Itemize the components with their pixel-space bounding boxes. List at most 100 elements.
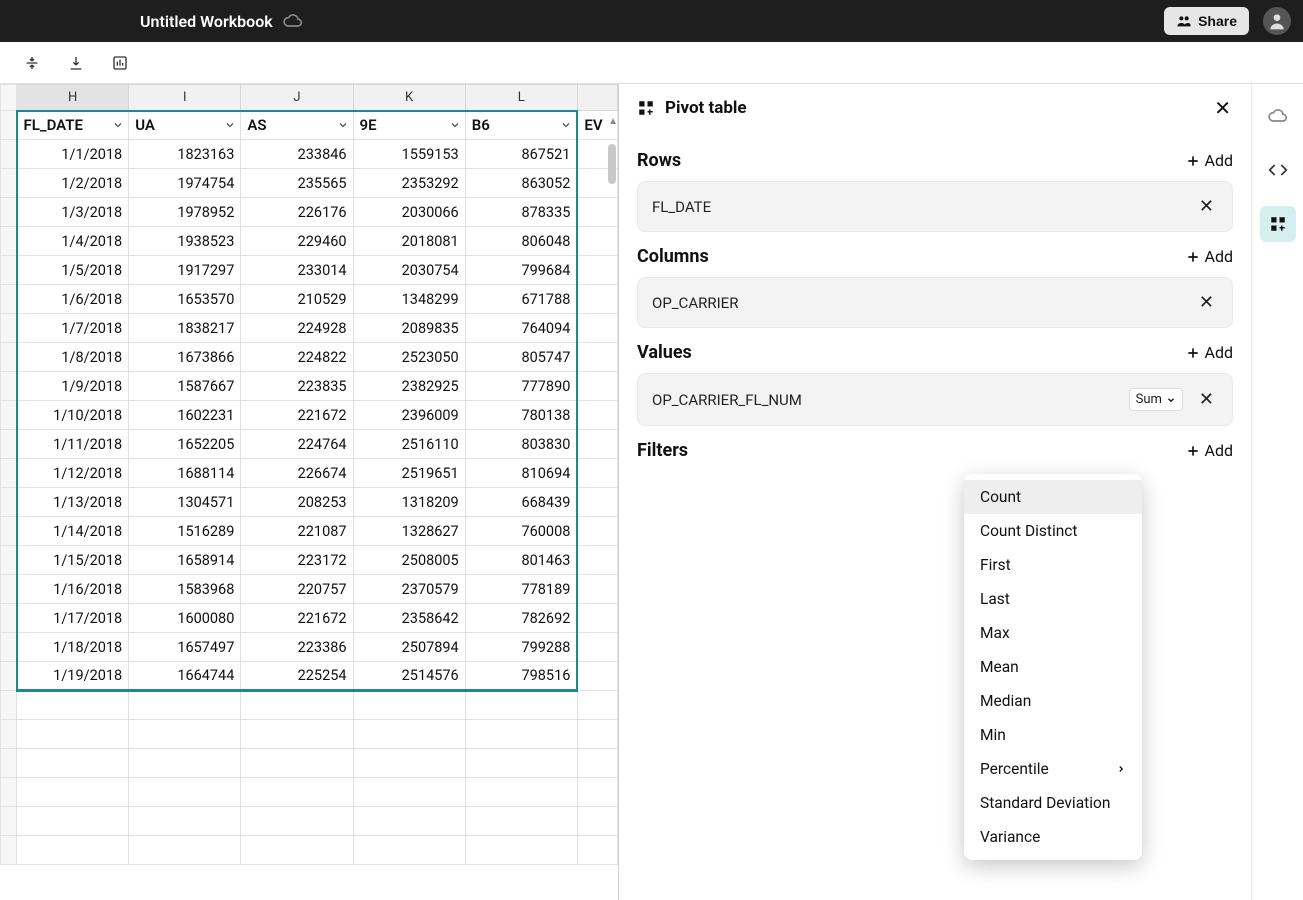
cell[interactable]: 1/5/2018 — [17, 256, 129, 285]
pivot-rail-icon[interactable] — [1260, 206, 1296, 242]
pivot-column-header[interactable]: FL_DATE — [17, 111, 129, 140]
cell[interactable] — [465, 807, 577, 836]
cell[interactable] — [353, 778, 465, 807]
cell[interactable]: 798516 — [465, 662, 577, 691]
rows-chip[interactable]: FL_DATE ✕ — [637, 181, 1233, 232]
cell[interactable]: 226674 — [241, 459, 353, 488]
pivot-column-header[interactable]: AS — [241, 111, 353, 140]
agg-option[interactable]: Variance — [964, 820, 1142, 854]
values-chip[interactable]: OP_CARRIER_FL_NUM Sum ✕ — [637, 373, 1233, 426]
cell[interactable]: 224822 — [241, 343, 353, 372]
cell[interactable] — [577, 372, 617, 401]
cell[interactable]: 1/1/2018 — [17, 140, 129, 169]
cell[interactable]: 1/11/2018 — [17, 430, 129, 459]
add-column-button[interactable]: Add — [1185, 247, 1233, 266]
cell[interactable]: 1688114 — [129, 459, 241, 488]
add-row-button[interactable]: Add — [1185, 151, 1233, 170]
cell[interactable] — [577, 459, 617, 488]
agg-option[interactable]: Last — [964, 582, 1142, 616]
cell[interactable]: 233014 — [241, 256, 353, 285]
cell[interactable] — [577, 198, 617, 227]
cell[interactable]: 1658914 — [129, 546, 241, 575]
cell[interactable]: 1/18/2018 — [17, 633, 129, 662]
cell[interactable]: 1978952 — [129, 198, 241, 227]
cell[interactable] — [465, 749, 577, 778]
cell[interactable] — [465, 778, 577, 807]
cell[interactable] — [577, 314, 617, 343]
cell[interactable]: 2030066 — [353, 198, 465, 227]
cell[interactable] — [129, 807, 241, 836]
cell[interactable] — [129, 836, 241, 865]
cell[interactable] — [353, 836, 465, 865]
cell[interactable]: 1652205 — [129, 430, 241, 459]
cell[interactable]: 1559153 — [353, 140, 465, 169]
cloud-sync-icon[interactable] — [283, 11, 303, 31]
cell[interactable]: 1/6/2018 — [17, 285, 129, 314]
add-filter-button[interactable]: Add — [1185, 441, 1233, 460]
cell[interactable] — [17, 778, 129, 807]
cell[interactable]: 2514576 — [353, 662, 465, 691]
cell[interactable] — [465, 691, 577, 720]
aggregation-select[interactable]: Sum — [1129, 388, 1183, 411]
cell[interactable]: 2089835 — [353, 314, 465, 343]
cell[interactable]: 1/13/2018 — [17, 488, 129, 517]
cell[interactable]: 1/3/2018 — [17, 198, 129, 227]
cell[interactable]: 1/14/2018 — [17, 517, 129, 546]
cell[interactable] — [17, 720, 129, 749]
column-header[interactable]: J — [241, 85, 353, 111]
cell[interactable]: 1657497 — [129, 633, 241, 662]
agg-option[interactable]: Median — [964, 684, 1142, 718]
cell[interactable]: 223386 — [241, 633, 353, 662]
cell[interactable]: 1/4/2018 — [17, 227, 129, 256]
agg-option[interactable]: Percentile — [964, 752, 1142, 786]
cell[interactable]: 221672 — [241, 401, 353, 430]
cell[interactable]: 777890 — [465, 372, 577, 401]
column-header[interactable]: L — [465, 85, 577, 111]
cell[interactable]: 1/10/2018 — [17, 401, 129, 430]
scroll-up-arrow[interactable]: ▲ — [608, 116, 618, 127]
agg-option[interactable]: Count — [964, 480, 1142, 514]
cell[interactable]: 2030754 — [353, 256, 465, 285]
cell[interactable]: 806048 — [465, 227, 577, 256]
cell[interactable]: 2516110 — [353, 430, 465, 459]
chevron-down-icon[interactable] — [560, 119, 572, 131]
agg-option[interactable]: Mean — [964, 650, 1142, 684]
cell[interactable]: 1/7/2018 — [17, 314, 129, 343]
chevron-down-icon[interactable] — [112, 119, 124, 131]
cell[interactable] — [577, 256, 617, 285]
cell[interactable] — [577, 633, 617, 662]
cell[interactable]: 1838217 — [129, 314, 241, 343]
cell[interactable]: 2508005 — [353, 546, 465, 575]
cell[interactable]: 1304571 — [129, 488, 241, 517]
cell[interactable] — [577, 401, 617, 430]
cell[interactable]: 1/15/2018 — [17, 546, 129, 575]
cell[interactable]: 2382925 — [353, 372, 465, 401]
share-button[interactable]: Share — [1164, 7, 1249, 35]
cell[interactable]: 2358642 — [353, 604, 465, 633]
cell[interactable]: 764094 — [465, 314, 577, 343]
aggregation-dropdown[interactable]: CountCount DistinctFirstLastMaxMeanMedia… — [964, 474, 1142, 860]
cell[interactable] — [577, 662, 617, 691]
cell[interactable]: 668439 — [465, 488, 577, 517]
cell[interactable]: 801463 — [465, 546, 577, 575]
cell[interactable] — [353, 749, 465, 778]
cell[interactable] — [241, 778, 353, 807]
cell[interactable]: 1938523 — [129, 227, 241, 256]
cell[interactable] — [577, 778, 617, 807]
cell[interactable]: 778189 — [465, 575, 577, 604]
cell[interactable] — [577, 343, 617, 372]
chevron-down-icon[interactable] — [337, 119, 349, 131]
cell[interactable]: 780138 — [465, 401, 577, 430]
cell[interactable] — [577, 285, 617, 314]
cell[interactable] — [17, 836, 129, 865]
cell[interactable]: 1587667 — [129, 372, 241, 401]
cell[interactable]: 2523050 — [353, 343, 465, 372]
cell[interactable]: 233846 — [241, 140, 353, 169]
remove-column-icon[interactable]: ✕ — [1195, 292, 1218, 313]
cell[interactable] — [577, 604, 617, 633]
chevron-down-icon[interactable] — [449, 119, 461, 131]
pivot-column-header[interactable]: 9E — [353, 111, 465, 140]
cell[interactable]: 225254 — [241, 662, 353, 691]
cell[interactable]: 226176 — [241, 198, 353, 227]
cell[interactable] — [129, 691, 241, 720]
